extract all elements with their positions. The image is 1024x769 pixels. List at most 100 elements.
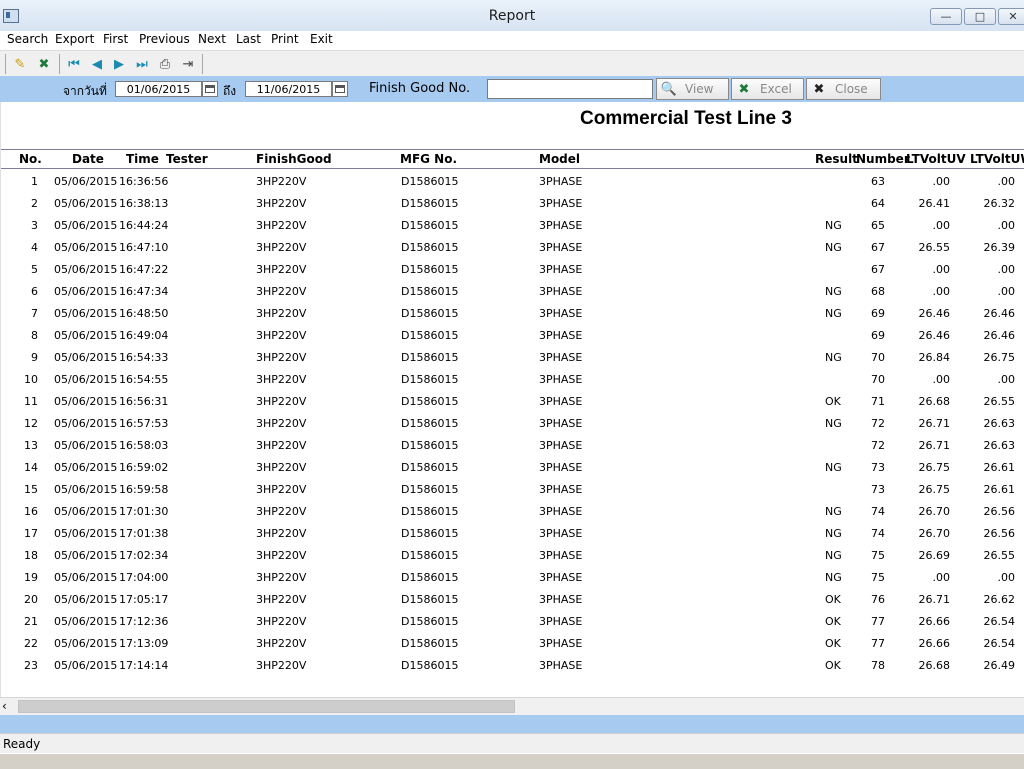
- close-button[interactable]: ✖ Close: [806, 78, 881, 100]
- table-row[interactable]: 13 05/06/2015 16:58:03 3HP220V D1586015 3PHAS…: [1, 435, 1024, 457]
- cell-time: 16:47:34: [119, 285, 169, 298]
- cell-mfg-no: D1586015: [401, 219, 459, 232]
- cell-finishgood: 3HP220V: [256, 175, 307, 188]
- close-window-button[interactable]: ✕: [998, 8, 1024, 25]
- to-date-calendar-icon[interactable]: [332, 81, 348, 97]
- table-row[interactable]: 14 05/06/2015 16:59:02 3HP220V D1586015 3PHAS…: [1, 457, 1024, 479]
- cell-result: OK: [825, 637, 841, 650]
- excel-icon[interactable]: ✖: [35, 55, 53, 73]
- first-record-icon[interactable]: ⏮: [65, 55, 83, 73]
- scroll-left-icon[interactable]: ‹: [2, 699, 7, 713]
- menu-first[interactable]: First: [103, 31, 128, 48]
- cell-mfg-no: D1586015: [401, 351, 459, 364]
- exit-icon[interactable]: ⇥: [179, 55, 197, 73]
- print-icon[interactable]: ⎙: [156, 55, 174, 73]
- view-button-label: View: [685, 82, 714, 96]
- minimize-button[interactable]: —: [930, 8, 962, 25]
- column-header-time: Time: [126, 152, 159, 166]
- from-date-input[interactable]: 01/06/2015: [115, 81, 202, 97]
- cell-ltvoltuw: .00: [997, 263, 1016, 276]
- cell-ltvoltuw: 26.75: [983, 351, 1016, 364]
- table-row[interactable]: 9 05/06/2015 16:54:33 3HP220V D1586015 3PHASE…: [1, 347, 1024, 369]
- previous-record-icon[interactable]: ◀: [88, 55, 106, 73]
- cell-no: 6: [31, 285, 38, 298]
- cell-ltvoltuw: 26.39: [983, 241, 1016, 254]
- table-row[interactable]: 1 05/06/2015 16:36:56 3HP220V D1586015 3PHASE…: [1, 171, 1024, 193]
- table-row[interactable]: 23 05/06/2015 17:14:14 3HP220V D1586015 3PHAS…: [1, 655, 1024, 677]
- cell-ltvoltuw: .00: [997, 373, 1016, 386]
- cell-time: 16:47:10: [119, 241, 169, 254]
- table-row[interactable]: 18 05/06/2015 17:02:34 3HP220V D1586015 3PHAS…: [1, 545, 1024, 567]
- cell-ltvoltuw: .00: [997, 219, 1016, 232]
- column-header-mfg-no: MFG No.: [400, 152, 458, 166]
- column-header-ltvoltuw: LTVoltUW: [970, 152, 1024, 166]
- cell-no: 15: [24, 483, 38, 496]
- table-row[interactable]: 4 05/06/2015 16:47:10 3HP220V D1586015 3PHASE…: [1, 237, 1024, 259]
- menu-search[interactable]: Search: [7, 31, 48, 48]
- menu-next[interactable]: Next: [198, 31, 226, 48]
- next-record-icon[interactable]: ▶: [110, 55, 128, 73]
- menu-print[interactable]: Print: [271, 31, 299, 48]
- cell-result: NG: [825, 549, 842, 562]
- menu-previous[interactable]: Previous: [139, 31, 190, 48]
- edit-icon[interactable]: ✎: [11, 55, 29, 73]
- cell-model: 3PHASE: [539, 483, 583, 496]
- cell-ltvoltuv: 26.70: [918, 505, 951, 518]
- scrollbar-thumb[interactable]: [18, 700, 515, 713]
- cell-date: 05/06/2015: [54, 285, 118, 298]
- cell-model: 3PHASE: [539, 527, 583, 540]
- table-row[interactable]: 16 05/06/2015 17:01:30 3HP220V D1586015 3PHAS…: [1, 501, 1024, 523]
- table-row[interactable]: 8 05/06/2015 16:49:04 3HP220V D1586015 3PHASE…: [1, 325, 1024, 347]
- cell-ltvoltuv: 26.71: [918, 417, 951, 430]
- cell-date: 05/06/2015: [54, 329, 118, 342]
- cell-mfg-no: D1586015: [401, 285, 459, 298]
- horizontal-scrollbar[interactable]: ‹: [0, 697, 1024, 715]
- cell-ltvoltuw: .00: [997, 285, 1016, 298]
- cell-ltvoltuv: 26.66: [918, 637, 951, 650]
- table-row[interactable]: 7 05/06/2015 16:48:50 3HP220V D1586015 3PHASE…: [1, 303, 1024, 325]
- cell-ltvoltuv: .00: [932, 263, 951, 276]
- table-row[interactable]: 12 05/06/2015 16:57:53 3HP220V D1586015 3PHAS…: [1, 413, 1024, 435]
- table-row[interactable]: 21 05/06/2015 17:12:36 3HP220V D1586015 3PHAS…: [1, 611, 1024, 633]
- from-date-calendar-icon[interactable]: [202, 81, 218, 97]
- window-title: Report: [488, 8, 536, 24]
- table-row[interactable]: 19 05/06/2015 17:04:00 3HP220V D1586015 3PHAS…: [1, 567, 1024, 589]
- cell-time: 16:54:33: [119, 351, 169, 364]
- close-icon: ✕: [1008, 10, 1018, 23]
- table-row[interactable]: 15 05/06/2015 16:59:58 3HP220V D1586015 3PHAS…: [1, 479, 1024, 501]
- menu-exit[interactable]: Exit: [310, 31, 333, 48]
- finish-good-input[interactable]: [487, 79, 653, 99]
- excel-button[interactable]: ✖ Excel: [731, 78, 804, 100]
- cell-result: NG: [825, 285, 842, 298]
- cell-model: 3PHASE: [539, 197, 583, 210]
- table-row[interactable]: 3 05/06/2015 16:44:24 3HP220V D1586015 3PHASE…: [1, 215, 1024, 237]
- cell-mfg-no: D1586015: [401, 637, 459, 650]
- cell-mfg-no: D1586015: [401, 329, 459, 342]
- view-button[interactable]: 🔍 View: [656, 78, 729, 100]
- last-record-icon[interactable]: ⏭: [133, 55, 151, 73]
- cell-no: 5: [31, 263, 38, 276]
- table-row[interactable]: 11 05/06/2015 16:56:31 3HP220V D1586015 3PHAS…: [1, 391, 1024, 413]
- table-row[interactable]: 2 05/06/2015 16:38:13 3HP220V D1586015 3PHASE…: [1, 193, 1024, 215]
- table-row[interactable]: 17 05/06/2015 17:01:38 3HP220V D1586015 3PHAS…: [1, 523, 1024, 545]
- cell-mfg-no: D1586015: [401, 549, 459, 562]
- table-row[interactable]: 20 05/06/2015 17:05:17 3HP220V D1586015 3PHAS…: [1, 589, 1024, 611]
- to-date-input[interactable]: 11/06/2015: [245, 81, 332, 97]
- maximize-button[interactable]: □: [964, 8, 996, 25]
- cell-ltvoltuv: 26.46: [918, 307, 951, 320]
- cell-ltvoltuv: .00: [932, 219, 951, 232]
- table-row[interactable]: 22 05/06/2015 17:13:09 3HP220V D1586015 3PHAS…: [1, 633, 1024, 655]
- cell-no: 4: [31, 241, 38, 254]
- cell-model: 3PHASE: [539, 263, 583, 276]
- cell-mfg-no: D1586015: [401, 307, 459, 320]
- cell-model: 3PHASE: [539, 373, 583, 386]
- table-row[interactable]: 10 05/06/2015 16:54:55 3HP220V D1586015 3PHAS…: [1, 369, 1024, 391]
- menu-last[interactable]: Last: [236, 31, 261, 48]
- cell-time: 16:44:24: [119, 219, 169, 232]
- menu-export[interactable]: Export: [55, 31, 94, 48]
- cell-finishgood: 3HP220V: [256, 219, 307, 232]
- cell-finishgood: 3HP220V: [256, 549, 307, 562]
- table-row[interactable]: 5 05/06/2015 16:47:22 3HP220V D1586015 3PHASE…: [1, 259, 1024, 281]
- cell-no: 20: [24, 593, 38, 606]
- table-row[interactable]: 6 05/06/2015 16:47:34 3HP220V D1586015 3PHASE…: [1, 281, 1024, 303]
